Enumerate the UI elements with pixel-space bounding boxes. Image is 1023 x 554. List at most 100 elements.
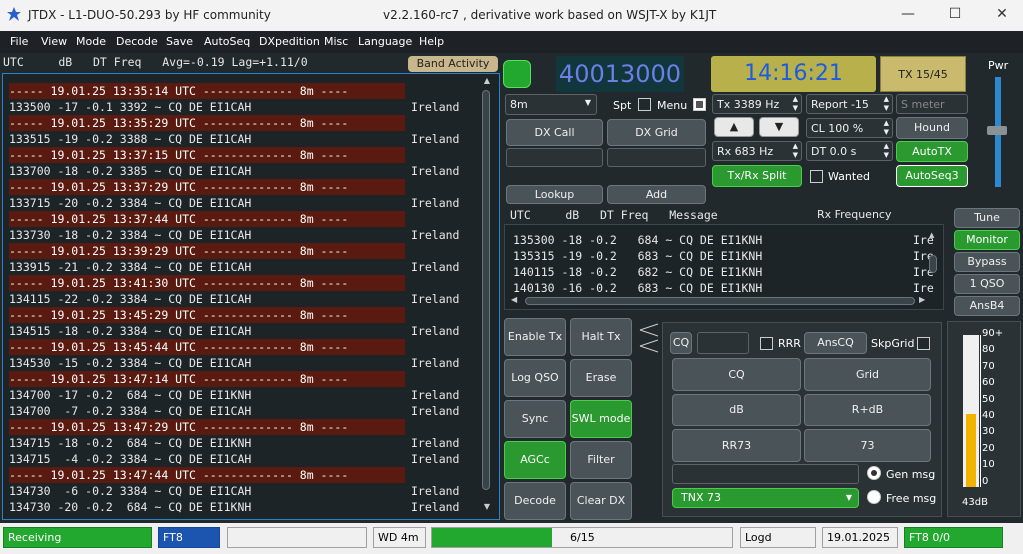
band-decode-row[interactable]: 133500 -17 -0.1 3392 ~ CQ DE EI1CAH bbox=[9, 99, 479, 115]
minimize-button[interactable]: — bbox=[888, 2, 928, 26]
halt-tx-button[interactable]: Halt Tx bbox=[570, 318, 632, 356]
maximize-button[interactable]: ☐ bbox=[935, 2, 975, 26]
skpgrid-checkbox[interactable] bbox=[917, 337, 930, 350]
gen-msg-radio[interactable] bbox=[867, 466, 881, 480]
tx-rx-split-button[interactable]: Tx/Rx Split bbox=[712, 165, 802, 187]
scroll-up-icon[interactable]: ▲ bbox=[482, 76, 492, 86]
menu-file[interactable]: File bbox=[10, 35, 28, 48]
autotx-button[interactable]: AutoTX bbox=[896, 141, 968, 162]
hound-button[interactable]: Hound bbox=[896, 117, 968, 139]
scroll-left-icon[interactable]: ◀ bbox=[511, 295, 517, 304]
grid-message-button[interactable]: Grid bbox=[804, 358, 931, 391]
menu-decode[interactable]: Decode bbox=[116, 35, 158, 48]
decode-button[interactable]: Decode bbox=[504, 482, 566, 520]
scroll-thumb[interactable] bbox=[929, 255, 937, 273]
rx-decode-row[interactable]: 140115 -18 -0.2 682 ~ CQ DE EI1KNH bbox=[513, 264, 762, 280]
free-message-combo[interactable]: TNX 73 ▼ bbox=[672, 488, 859, 508]
wanted-checkbox[interactable] bbox=[810, 170, 823, 183]
close-button[interactable]: ✕ bbox=[982, 2, 1022, 26]
cq-message-button[interactable]: CQ bbox=[672, 358, 801, 391]
dx-grid-button[interactable]: DX Grid bbox=[607, 119, 706, 146]
rx-hscroll-thumb[interactable] bbox=[525, 297, 915, 305]
menu-view[interactable]: View bbox=[41, 35, 67, 48]
menu-help[interactable]: Help bbox=[419, 35, 444, 48]
menu-misc[interactable]: Misc bbox=[324, 35, 348, 48]
monitor-button[interactable]: Monitor bbox=[954, 230, 1020, 250]
band-decode-row[interactable]: 133715 -20 -0.2 3384 ~ CQ DE EI1CAH bbox=[9, 195, 479, 211]
rx-decode-row[interactable]: 140130 -16 -0.2 683 ~ CQ DE EI1KNH bbox=[513, 280, 762, 296]
band-decode-row[interactable]: 134715 -18 -0.2 684 ~ CQ DE EI1KNH bbox=[9, 435, 479, 451]
dx-call-input[interactable] bbox=[506, 148, 603, 167]
signal-level-readout: 43dB bbox=[962, 497, 988, 508]
band-decode-row[interactable]: 134700 -17 -0.2 684 ~ CQ DE EI1KNH bbox=[9, 387, 479, 403]
tx-down-button[interactable]: ▼ bbox=[759, 117, 799, 137]
log-qso-button[interactable]: Log QSO bbox=[504, 359, 566, 397]
filter-button[interactable]: Filter bbox=[570, 441, 632, 479]
rx-decode-row[interactable]: 135315 -19 -0.2 683 ~ CQ DE EI1KNH bbox=[513, 248, 762, 264]
scroll-down-icon[interactable]: ▼ bbox=[482, 502, 492, 512]
tx-period-button[interactable]: TX 15/45 bbox=[880, 56, 966, 92]
menu-autoseq[interactable]: AutoSeq bbox=[204, 35, 250, 48]
rx-decode-row[interactable]: 135300 -18 -0.2 684 ~ CQ DE EI1KNH bbox=[513, 232, 762, 248]
band-decode-row[interactable]: 134115 -22 -0.2 3384 ~ CQ DE EI1CAH bbox=[9, 291, 479, 307]
band-decode-row[interactable]: 134715 -4 -0.2 3384 ~ CQ DE EI1CAH bbox=[9, 451, 479, 467]
scroll-up-icon[interactable]: ▲ bbox=[929, 231, 939, 239]
free-msg-radio[interactable] bbox=[867, 490, 881, 504]
rr73-message-button[interactable]: RR73 bbox=[672, 429, 801, 462]
bypass-button[interactable]: Bypass bbox=[954, 252, 1020, 272]
seventy-three-message-button[interactable]: 73 bbox=[804, 429, 931, 462]
db-message-button[interactable]: dB bbox=[672, 394, 801, 426]
tune-button[interactable]: Tune bbox=[954, 208, 1020, 228]
swl-mode-button[interactable]: SWL mode bbox=[570, 400, 632, 438]
menu-language[interactable]: Language bbox=[358, 35, 412, 48]
band-activity-scrollbar[interactable]: ▲ ▼ bbox=[480, 76, 494, 514]
band-decode-row[interactable]: 133700 -18 -0.2 3385 ~ CQ DE EI1CAH bbox=[9, 163, 479, 179]
band-decode-row[interactable]: 134515 -18 -0.2 3384 ~ CQ DE EI1CAH bbox=[9, 323, 479, 339]
band-activity-button[interactable]: Band Activity bbox=[408, 56, 498, 72]
tx-up-button[interactable]: ▲ bbox=[714, 117, 754, 137]
menu-checkbox[interactable] bbox=[693, 98, 706, 111]
add-button[interactable]: Add bbox=[607, 185, 706, 204]
band-decode-row[interactable]: 133515 -19 -0.2 3388 ~ CQ DE EI1CAH bbox=[9, 131, 479, 147]
one-qso-button[interactable]: 1 QSO bbox=[954, 274, 1020, 294]
rx-frequency-panel[interactable]: 135300 -18 -0.2 684 ~ CQ DE EI1KNH Ire 135… bbox=[504, 224, 944, 310]
menu-mode[interactable]: Mode bbox=[76, 35, 106, 48]
rx-frequency-spinbox[interactable]: Rx 683 Hz ▲ ▼ bbox=[712, 141, 802, 161]
band-decode-row[interactable]: 134700 -7 -0.2 3384 ~ CQ DE EI1CAH bbox=[9, 403, 479, 419]
dx-call-button[interactable]: DX Call bbox=[506, 119, 603, 146]
power-slider-handle[interactable] bbox=[987, 126, 1007, 135]
rrr-checkbox[interactable] bbox=[760, 337, 773, 350]
menu-dxpedition[interactable]: DXpedition bbox=[259, 35, 320, 48]
ansb4-button[interactable]: AnsB4 bbox=[954, 296, 1020, 316]
cl-spinbox[interactable]: CL 100 % ▲ ▼ bbox=[806, 118, 893, 138]
spt-checkbox[interactable] bbox=[638, 98, 651, 111]
lookup-button[interactable]: Lookup bbox=[506, 185, 603, 204]
clear-dx-button[interactable]: Clear DX bbox=[570, 482, 632, 520]
band-decode-row[interactable]: 133730 -18 -0.2 3384 ~ CQ DE EI1CAH bbox=[9, 227, 479, 243]
cq-modifier-input[interactable] bbox=[697, 332, 749, 354]
menu-save[interactable]: Save bbox=[166, 35, 193, 48]
agcc-button[interactable]: AGCc bbox=[504, 441, 566, 479]
band-activity-panel[interactable]: ----- 19.01.25 13:35:14 UTC ------------… bbox=[2, 73, 500, 520]
generated-message-input[interactable] bbox=[672, 464, 859, 484]
band-decode-row[interactable]: 134530 -15 -0.2 3384 ~ CQ DE EI1CAH bbox=[9, 355, 479, 371]
enable-tx-button[interactable]: Enable Tx bbox=[504, 318, 566, 356]
scroll-thumb[interactable] bbox=[482, 90, 490, 490]
anscq-button[interactable]: AnsCQ bbox=[804, 332, 867, 354]
tx-frequency-spinbox[interactable]: Tx 3389 Hz ▲ ▼ bbox=[712, 94, 802, 114]
erase-button[interactable]: Erase bbox=[570, 359, 632, 397]
rdb-message-button[interactable]: R+dB bbox=[804, 394, 931, 426]
report-spinbox[interactable]: Report -15 ▲ ▼ bbox=[806, 94, 893, 114]
cq-toggle[interactable]: CQ bbox=[670, 332, 692, 354]
band-decode-row[interactable]: 134730 -6 -0.2 3384 ~ CQ DE EI1CAH bbox=[9, 483, 479, 499]
frequency-display[interactable]: 40013000 bbox=[556, 56, 684, 92]
band-select[interactable]: 8m ▼ bbox=[505, 94, 597, 115]
sync-button[interactable]: Sync bbox=[504, 400, 566, 438]
band-decode-row[interactable]: 133915 -21 -0.2 3384 ~ CQ DE EI1CAH bbox=[9, 259, 479, 275]
scroll-right-icon[interactable]: ▶ bbox=[919, 295, 925, 304]
band-decode-row[interactable]: 134730 -20 -0.2 684 ~ CQ DE EI1KNH bbox=[9, 499, 479, 515]
autoseq3-button[interactable]: AutoSeq3 bbox=[896, 165, 968, 187]
dt-spinbox[interactable]: DT 0.0 s ▲ ▼ bbox=[806, 141, 893, 161]
rx-vscroll[interactable]: ▲ bbox=[929, 231, 939, 291]
dx-grid-input[interactable] bbox=[607, 148, 706, 167]
